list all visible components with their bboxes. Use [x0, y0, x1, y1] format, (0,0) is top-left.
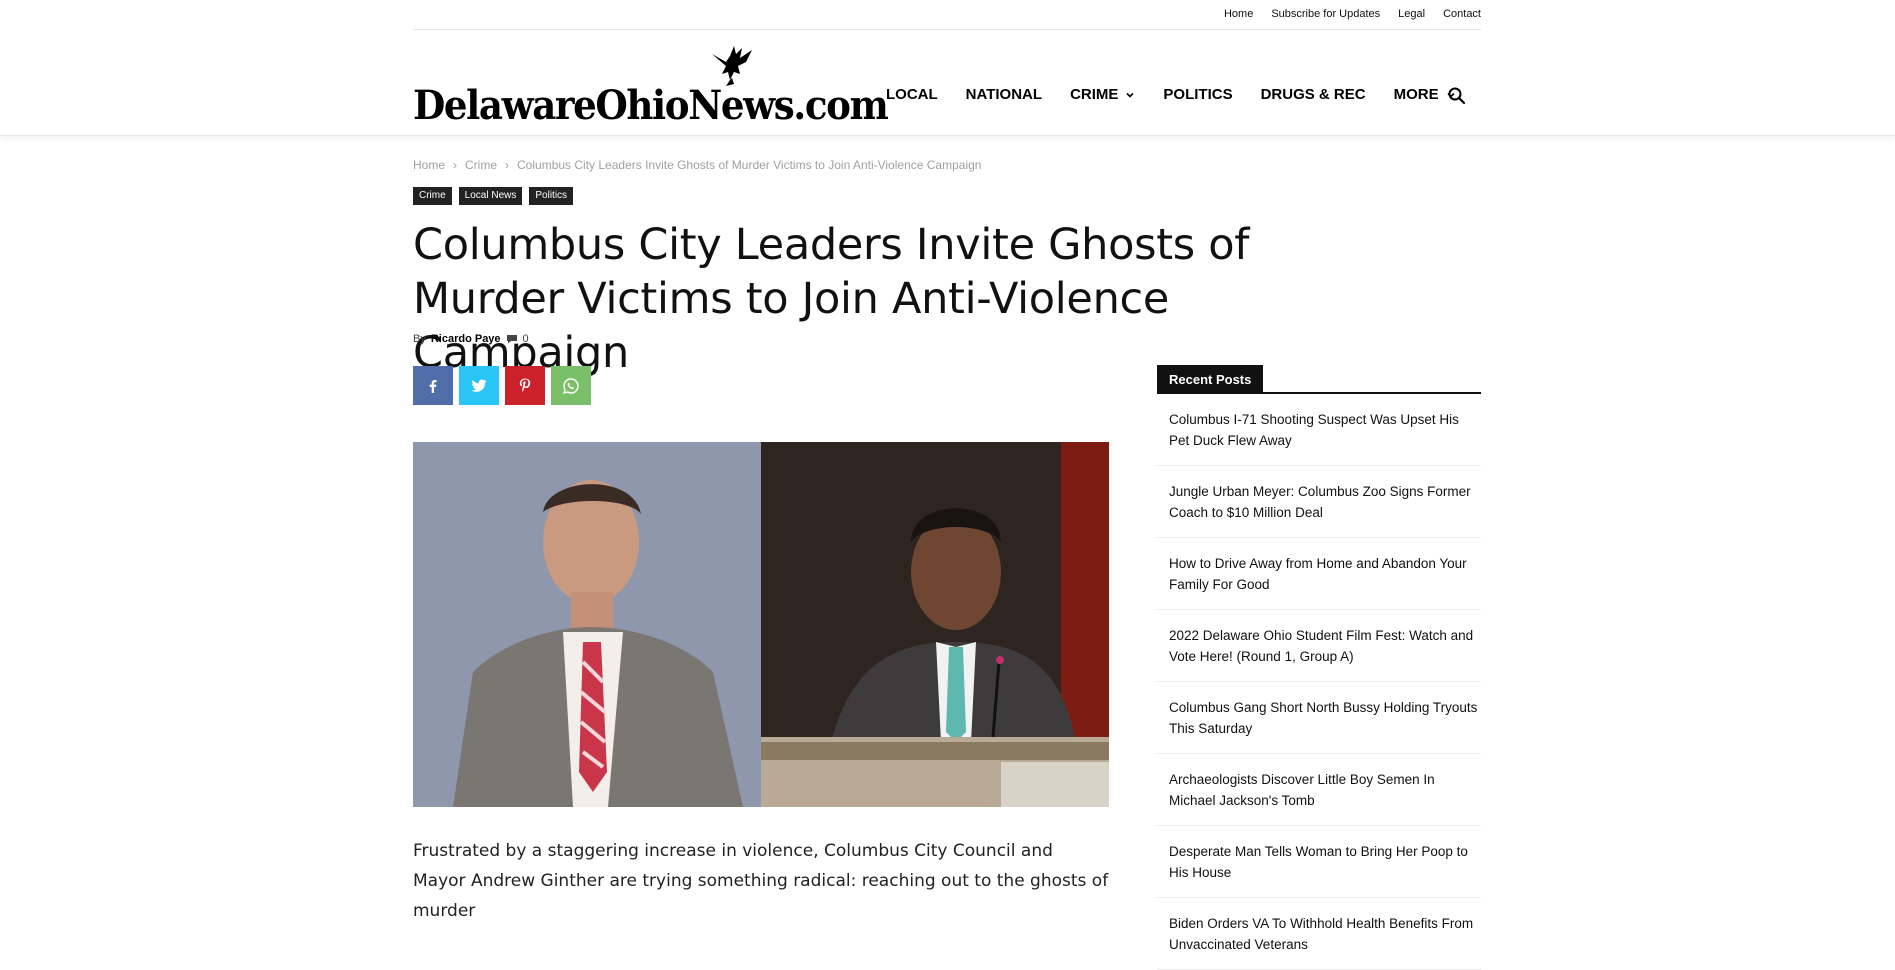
article-featured-image: [413, 442, 1109, 807]
nav-label: DRUGS & REC: [1260, 86, 1366, 103]
recent-post-link[interactable]: Columbus I-71 Shooting Suspect Was Upset…: [1157, 394, 1481, 466]
comment-icon[interactable]: [506, 334, 518, 344]
nav-label: CRIME: [1070, 86, 1119, 103]
logo-text: DelawareOhioNews.com: [413, 82, 889, 129]
top-link-subscribe[interactable]: Subscribe for Updates: [1271, 8, 1380, 20]
recent-post-link[interactable]: Columbus Gang Short North Bussy Holding …: [1157, 682, 1481, 754]
nav-item-national[interactable]: NATIONAL: [966, 86, 1042, 103]
share-pinterest-button[interactable]: [505, 366, 545, 405]
photo-right-council-member: [761, 442, 1109, 807]
nav-item-local[interactable]: LOCAL: [886, 86, 938, 103]
tag-crime[interactable]: Crime: [413, 187, 452, 205]
comment-count[interactable]: 0: [523, 333, 529, 345]
nav-label: POLITICS: [1163, 86, 1233, 103]
site-header: Home Subscribe for Updates Legal Contact…: [0, 0, 1895, 136]
share-twitter-button[interactable]: [459, 366, 499, 405]
author-link[interactable]: Ricardo Paye: [431, 333, 501, 345]
chevron-down-icon: [1126, 92, 1134, 98]
share-buttons: [413, 366, 591, 405]
pinterest-icon: [519, 378, 531, 392]
recent-posts-heading: Recent Posts: [1157, 365, 1481, 394]
top-links: Home Subscribe for Updates Legal Contact: [1224, 8, 1481, 20]
recent-post-link[interactable]: Archaeologists Discover Little Boy Semen…: [1157, 754, 1481, 826]
twitter-icon: [471, 379, 487, 392]
article-title: Columbus City Leaders Invite Ghosts of M…: [413, 220, 1250, 378]
top-link-legal[interactable]: Legal: [1398, 8, 1425, 20]
article-body-paragraph: Frustrated by a staggering increase in v…: [413, 841, 1109, 921]
nav-label: NATIONAL: [965, 86, 1043, 103]
photo-left-illustration: [413, 442, 761, 807]
top-link-home[interactable]: Home: [1224, 8, 1253, 20]
facebook-icon: [429, 379, 437, 393]
recent-posts-title: Recent Posts: [1157, 365, 1264, 394]
recent-post-link[interactable]: 2022 Delaware Ohio Student Film Fest: Wa…: [1157, 610, 1481, 682]
nav-label: LOCAL: [886, 86, 938, 103]
nav-item-drugs-rec[interactable]: DRUGS & REC: [1261, 86, 1366, 103]
nav-item-crime[interactable]: CRIME: [1070, 86, 1135, 103]
breadcrumb-separator: ›: [505, 158, 510, 172]
breadcrumb: Home › Crime › Columbus City Leaders Invite …: [413, 158, 981, 172]
nav-item-politics[interactable]: POLITICS: [1163, 86, 1232, 103]
recent-post-link[interactable]: Desperate Man Tells Woman to Bring Her P…: [1157, 826, 1481, 898]
search-icon[interactable]: [1447, 86, 1467, 106]
recent-post-link[interactable]: Jungle Urban Meyer: Columbus Zoo Signs F…: [1157, 466, 1481, 538]
recent-post-link[interactable]: Biden Orders VA To Withhold Health Benef…: [1157, 898, 1481, 970]
recent-posts-widget: Recent Posts Columbus I-71 Shooting Susp…: [1157, 365, 1481, 970]
site-logo[interactable]: DelawareOhioNews.com: [413, 44, 889, 126]
share-whatsapp-button[interactable]: [551, 366, 591, 405]
top-link-contact[interactable]: Contact: [1443, 8, 1481, 20]
breadcrumb-separator: ›: [453, 158, 458, 172]
tag-local-news[interactable]: Local News: [458, 187, 523, 205]
breadcrumb-current[interactable]: Columbus City Leaders Invite Ghosts of M…: [517, 158, 981, 172]
tag-politics[interactable]: Politics: [529, 187, 574, 205]
photo-right-illustration: [761, 442, 1109, 807]
main-nav: LOCAL NATIONAL CRIME POLITICS DRUGS & RE…: [886, 86, 1484, 103]
breadcrumb-home[interactable]: Home: [413, 158, 445, 172]
share-facebook-button[interactable]: [413, 366, 453, 405]
top-bar: Home Subscribe for Updates Legal Contact: [413, 0, 1481, 30]
photo-left-mayor: [413, 442, 761, 807]
whatsapp-icon: [563, 377, 579, 394]
byline-by: By: [413, 333, 426, 345]
nav-label: MORE: [1393, 86, 1439, 103]
recent-post-link[interactable]: How to Drive Away from Home and Abandon …: [1157, 538, 1481, 610]
byline: By Ricardo Paye 0: [413, 333, 529, 345]
category-tags: Crime Local News Politics: [413, 187, 574, 205]
breadcrumb-crime[interactable]: Crime: [465, 158, 497, 172]
